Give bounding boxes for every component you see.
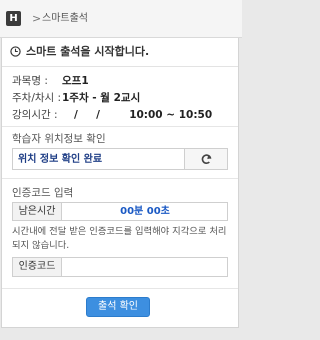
course-value: 오프1 xyxy=(62,75,89,87)
course-label: 과목명 : xyxy=(12,75,48,87)
divider xyxy=(2,288,238,289)
refresh-location-button[interactable] xyxy=(184,148,228,170)
week-label: 주차/차시 : xyxy=(12,92,62,104)
time-value: / / 10:00 ~ 10:50 xyxy=(74,109,213,121)
breadcrumb-separator: > xyxy=(32,12,42,25)
page-title: 스마트 출석을 시작합니다. xyxy=(26,45,150,58)
auth-code-input[interactable] xyxy=(62,257,228,277)
attendance-panel: 스마트 출석을 시작합니다. 과목명 : 오프1 주차/차시 : 1주차 - 월… xyxy=(1,38,239,328)
refresh-icon xyxy=(201,154,212,165)
divider xyxy=(2,126,238,127)
remaining-time-value: 00분 00초 xyxy=(120,206,170,217)
remaining-time-box: 00분 00초 xyxy=(62,202,228,221)
auth-code-label: 인증코드 xyxy=(12,257,62,277)
week-value: 1주차 - 월 2교시 xyxy=(62,92,141,104)
breadcrumb[interactable]: 스마트출석 xyxy=(42,11,88,26)
auth-notice: 시간내에 전달 받은 인증코드를 입력해야 지각으로 처리되지 않습니다. xyxy=(12,226,227,251)
confirm-attendance-button[interactable]: 출석 확인 xyxy=(86,297,150,317)
remaining-time-label: 남은시간 xyxy=(12,202,62,221)
top-bar: H > 스마트출석 xyxy=(0,0,242,38)
panel-header: 스마트 출석을 시작합니다. xyxy=(2,38,238,67)
home-icon[interactable]: H xyxy=(6,11,21,26)
location-section-title: 학습자 위치정보 확인 xyxy=(12,133,106,145)
auth-section-title: 인증코드 입력 xyxy=(12,187,74,199)
location-status-box: 위치 정보 확인 완료 xyxy=(12,148,184,170)
divider xyxy=(2,178,238,179)
time-label: 강의시간 : xyxy=(12,109,58,121)
location-status: 위치 정보 확인 완료 xyxy=(18,154,103,165)
clock-icon xyxy=(10,46,21,57)
